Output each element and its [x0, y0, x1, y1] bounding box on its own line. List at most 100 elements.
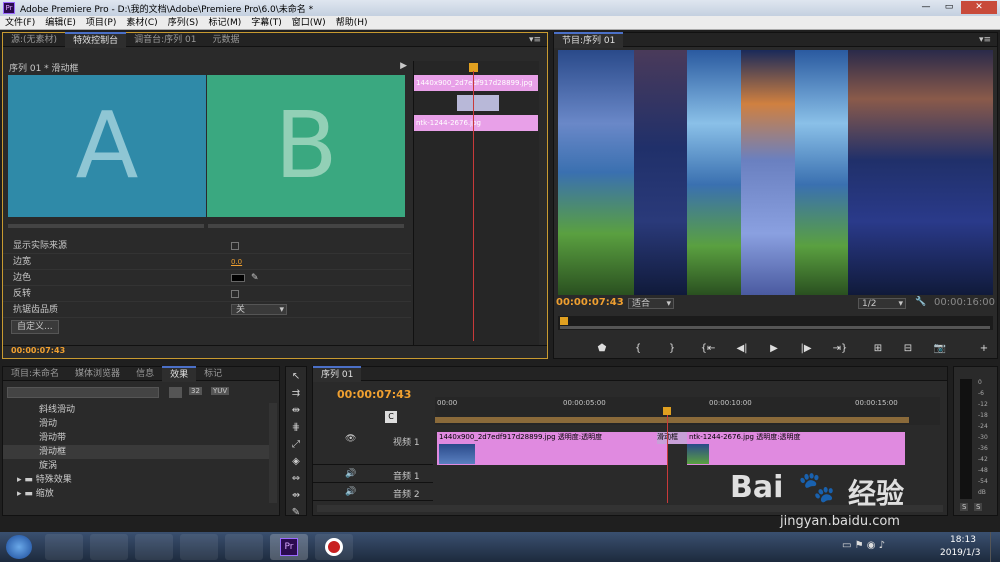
speaker-icon[interactable]: 🔊 [345, 469, 356, 479]
app-360-icon[interactable] [45, 534, 83, 560]
marker-icon[interactable]: ⬟ [594, 341, 610, 357]
list-item[interactable]: 旋涡 [3, 459, 271, 473]
tab-effects[interactable]: 效果 [162, 365, 197, 382]
menu-file[interactable]: 文件(F) [0, 16, 40, 30]
menu-help[interactable]: 帮助(H) [331, 16, 373, 30]
razor-icon[interactable]: ◈ [289, 455, 303, 469]
tab-source[interactable]: 源:(无素材) [3, 33, 65, 47]
speaker-icon[interactable]: 🔊 [345, 487, 356, 497]
show-sources-checkbox[interactable] [231, 242, 239, 250]
list-item[interactable]: 滑动带 [3, 431, 271, 445]
timeline-timecode[interactable]: 00:00:07:43 [337, 388, 411, 401]
clip1[interactable]: 1440x900_2d7edf917d28899.jpg 透明度:透明度 [437, 432, 667, 465]
accelerated-badge-icon[interactable] [169, 387, 182, 398]
list-item[interactable]: 斜线滑动 [3, 403, 271, 417]
selection-tool-icon[interactable]: ↖ [289, 370, 303, 384]
tab-markers[interactable]: 标记 [196, 367, 230, 381]
firefox-icon[interactable] [180, 534, 218, 560]
export-frame-icon[interactable]: 📷 [932, 341, 948, 357]
solo-left-button[interactable]: S [960, 503, 969, 511]
menu-sequence[interactable]: 序列(S) [163, 16, 204, 30]
premiere-icon[interactable]: Pr [270, 534, 308, 560]
go-to-out-icon[interactable]: ⇥} [832, 341, 848, 357]
folder-zoom[interactable]: ▸ ▬ 缩放 [3, 487, 271, 501]
menu-title[interactable]: 字幕(T) [246, 16, 287, 30]
tab-info[interactable]: 信息 [128, 367, 162, 381]
ripple-edit-icon[interactable]: ⇹ [289, 404, 303, 418]
eye-icon[interactable]: 👁 [345, 434, 356, 444]
slide-tool-icon[interactable]: ⇴ [289, 489, 303, 503]
menu-edit[interactable]: 编辑(E) [40, 16, 81, 30]
show-desktop-button[interactable] [990, 532, 1000, 562]
clip2[interactable]: ntk-1244-2676.jpg 透明度:透明度 [687, 432, 905, 465]
effect-timecode[interactable]: 00:00:07:43 [11, 346, 65, 355]
timeline-playhead-icon[interactable] [663, 407, 671, 415]
panel-menu-icon[interactable]: ▾≡ [979, 35, 997, 45]
folder-special-effects[interactable]: ▸ ▬ 特殊效果 [3, 473, 271, 487]
yuv-badge[interactable]: YUV [211, 387, 230, 395]
reverse-checkbox[interactable] [231, 290, 239, 298]
rate-stretch-icon[interactable]: ⤢ [289, 438, 303, 452]
tab-sequence[interactable]: 序列 01 [313, 365, 362, 382]
step-forward-icon[interactable]: |▶ [798, 341, 814, 357]
eyedropper-icon[interactable]: ✎ [251, 270, 259, 286]
border-color-swatch[interactable] [231, 274, 245, 282]
transition-clip[interactable]: 滑动框 [657, 432, 687, 444]
time-ruler[interactable]: 00:00 00:00:05:00 00:00:10:00 00:00:15:0… [435, 397, 940, 425]
step-back-icon[interactable]: ◀| [734, 341, 750, 357]
add-button-icon[interactable]: + [976, 341, 992, 357]
preview-start-slider[interactable] [8, 224, 204, 228]
snap-icon[interactable]: C [385, 411, 397, 423]
program-playhead-icon[interactable] [560, 317, 568, 325]
extract-icon[interactable]: ⊟ [900, 341, 916, 357]
menu-clip[interactable]: 素材(C) [121, 16, 162, 30]
maximize-button[interactable]: ▭ [938, 1, 960, 14]
antialias-select[interactable]: 关 ▾ [231, 304, 287, 315]
wrench-icon[interactable]: 🔧 [915, 297, 926, 307]
mark-out-icon[interactable]: } [664, 341, 680, 357]
mark-in-icon[interactable]: { [630, 341, 646, 357]
tab-effect-controls[interactable]: 特效控制台 [65, 31, 127, 48]
clock-date[interactable]: 2019/1/3 [940, 548, 980, 558]
tab-media-browser[interactable]: 媒体浏览器 [67, 367, 128, 381]
32bit-badge[interactable]: 32 [189, 387, 202, 395]
explorer-icon[interactable] [90, 534, 128, 560]
panel-menu-icon[interactable]: ▾≡ [529, 35, 547, 45]
pen-icon[interactable]: ✎ [289, 506, 303, 520]
program-timecode[interactable]: 00:00:07:43 [556, 297, 624, 308]
tab-audio-mixer[interactable]: 调音台:序列 01 [126, 33, 204, 47]
qq-icon[interactable] [135, 534, 173, 560]
list-item[interactable]: 滑动 [3, 417, 271, 431]
border-width-value[interactable]: 0.0 [231, 254, 242, 270]
preview-end-slider[interactable] [208, 224, 404, 228]
tab-project[interactable]: 项目:未命名 [3, 367, 67, 381]
recorder-icon[interactable] [315, 534, 353, 560]
effects-scrollbar[interactable] [269, 403, 277, 503]
menu-window[interactable]: 窗口(W) [287, 16, 331, 30]
go-to-in-icon[interactable]: {⇤ [700, 341, 716, 357]
start-button-icon[interactable] [6, 535, 32, 559]
track-select-icon[interactable]: ⇉ [289, 387, 303, 401]
menu-project[interactable]: 项目(P) [81, 16, 121, 30]
fit-select[interactable]: 适合 ▾ [628, 298, 674, 309]
solo-right-button[interactable]: S [974, 503, 983, 511]
clock-time[interactable]: 18:13 [950, 535, 976, 545]
slip-tool-icon[interactable]: ⇔ [289, 472, 303, 486]
custom-button[interactable]: 自定义... [11, 320, 59, 334]
work-area-bar[interactable] [435, 417, 909, 423]
search-input[interactable] [7, 387, 159, 398]
play-icon[interactable]: ▶ [766, 341, 782, 357]
resolution-select[interactable]: 1/2 ▾ [858, 298, 906, 309]
close-button[interactable]: ✕ [961, 1, 997, 14]
menu-marker[interactable]: 标记(M) [203, 16, 246, 30]
camtasia-icon[interactable] [225, 534, 263, 560]
list-item-selected[interactable]: 滑动框 [3, 445, 271, 459]
lift-icon[interactable]: ⊞ [870, 341, 886, 357]
play-transition-icon[interactable]: ▶ [400, 61, 407, 71]
tab-program[interactable]: 节目:序列 01 [554, 31, 624, 48]
minimize-button[interactable]: — [915, 1, 937, 14]
transition-bar[interactable] [457, 95, 499, 111]
tab-metadata[interactable]: 元数据 [204, 33, 247, 47]
program-scrubber[interactable] [558, 316, 993, 330]
rolling-edit-icon[interactable]: ⋕ [289, 421, 303, 435]
